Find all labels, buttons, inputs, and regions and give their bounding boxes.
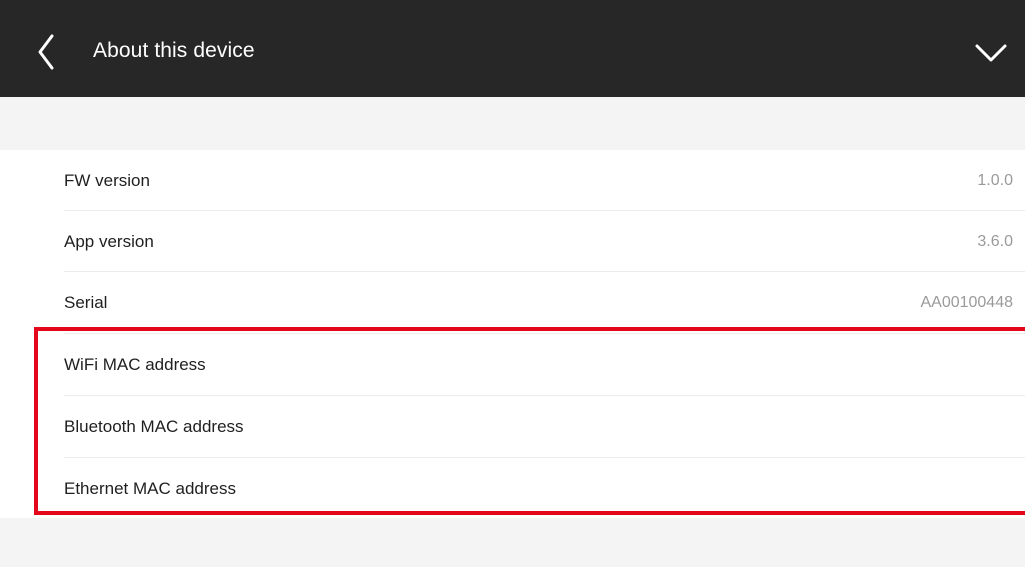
row-value: AA00100448 (920, 294, 1013, 311)
row-value: 3.6.0 (977, 233, 1013, 250)
chevron-left-icon (38, 34, 54, 70)
row-label: Bluetooth MAC address (64, 417, 244, 436)
row-label: FW version (64, 171, 150, 190)
row-serial[interactable]: Serial AA00100448 (0, 272, 1025, 334)
row-label: WiFi MAC address (64, 355, 206, 374)
row-label: App version (64, 232, 154, 251)
row-ethernet-mac[interactable]: Ethernet MAC address (0, 458, 1025, 520)
row-app-version[interactable]: App version 3.6.0 (0, 211, 1025, 273)
row-label: Serial (64, 293, 108, 312)
row-wifi-mac[interactable]: WiFi MAC address (0, 334, 1025, 396)
row-fw-version[interactable]: FW version 1.0.0 (0, 150, 1025, 212)
collapse-button[interactable] (969, 30, 1013, 74)
row-label: Ethernet MAC address (64, 479, 236, 498)
app-header: About this device (0, 0, 1025, 97)
row-value: 1.0.0 (977, 172, 1013, 189)
row-bluetooth-mac[interactable]: Bluetooth MAC address (0, 396, 1025, 458)
back-button[interactable] (30, 30, 66, 74)
device-info-list: FW version 1.0.0 App version 3.6.0 Seria… (0, 150, 1025, 518)
chevron-down-icon (975, 44, 1007, 62)
page-title: About this device (93, 39, 255, 62)
